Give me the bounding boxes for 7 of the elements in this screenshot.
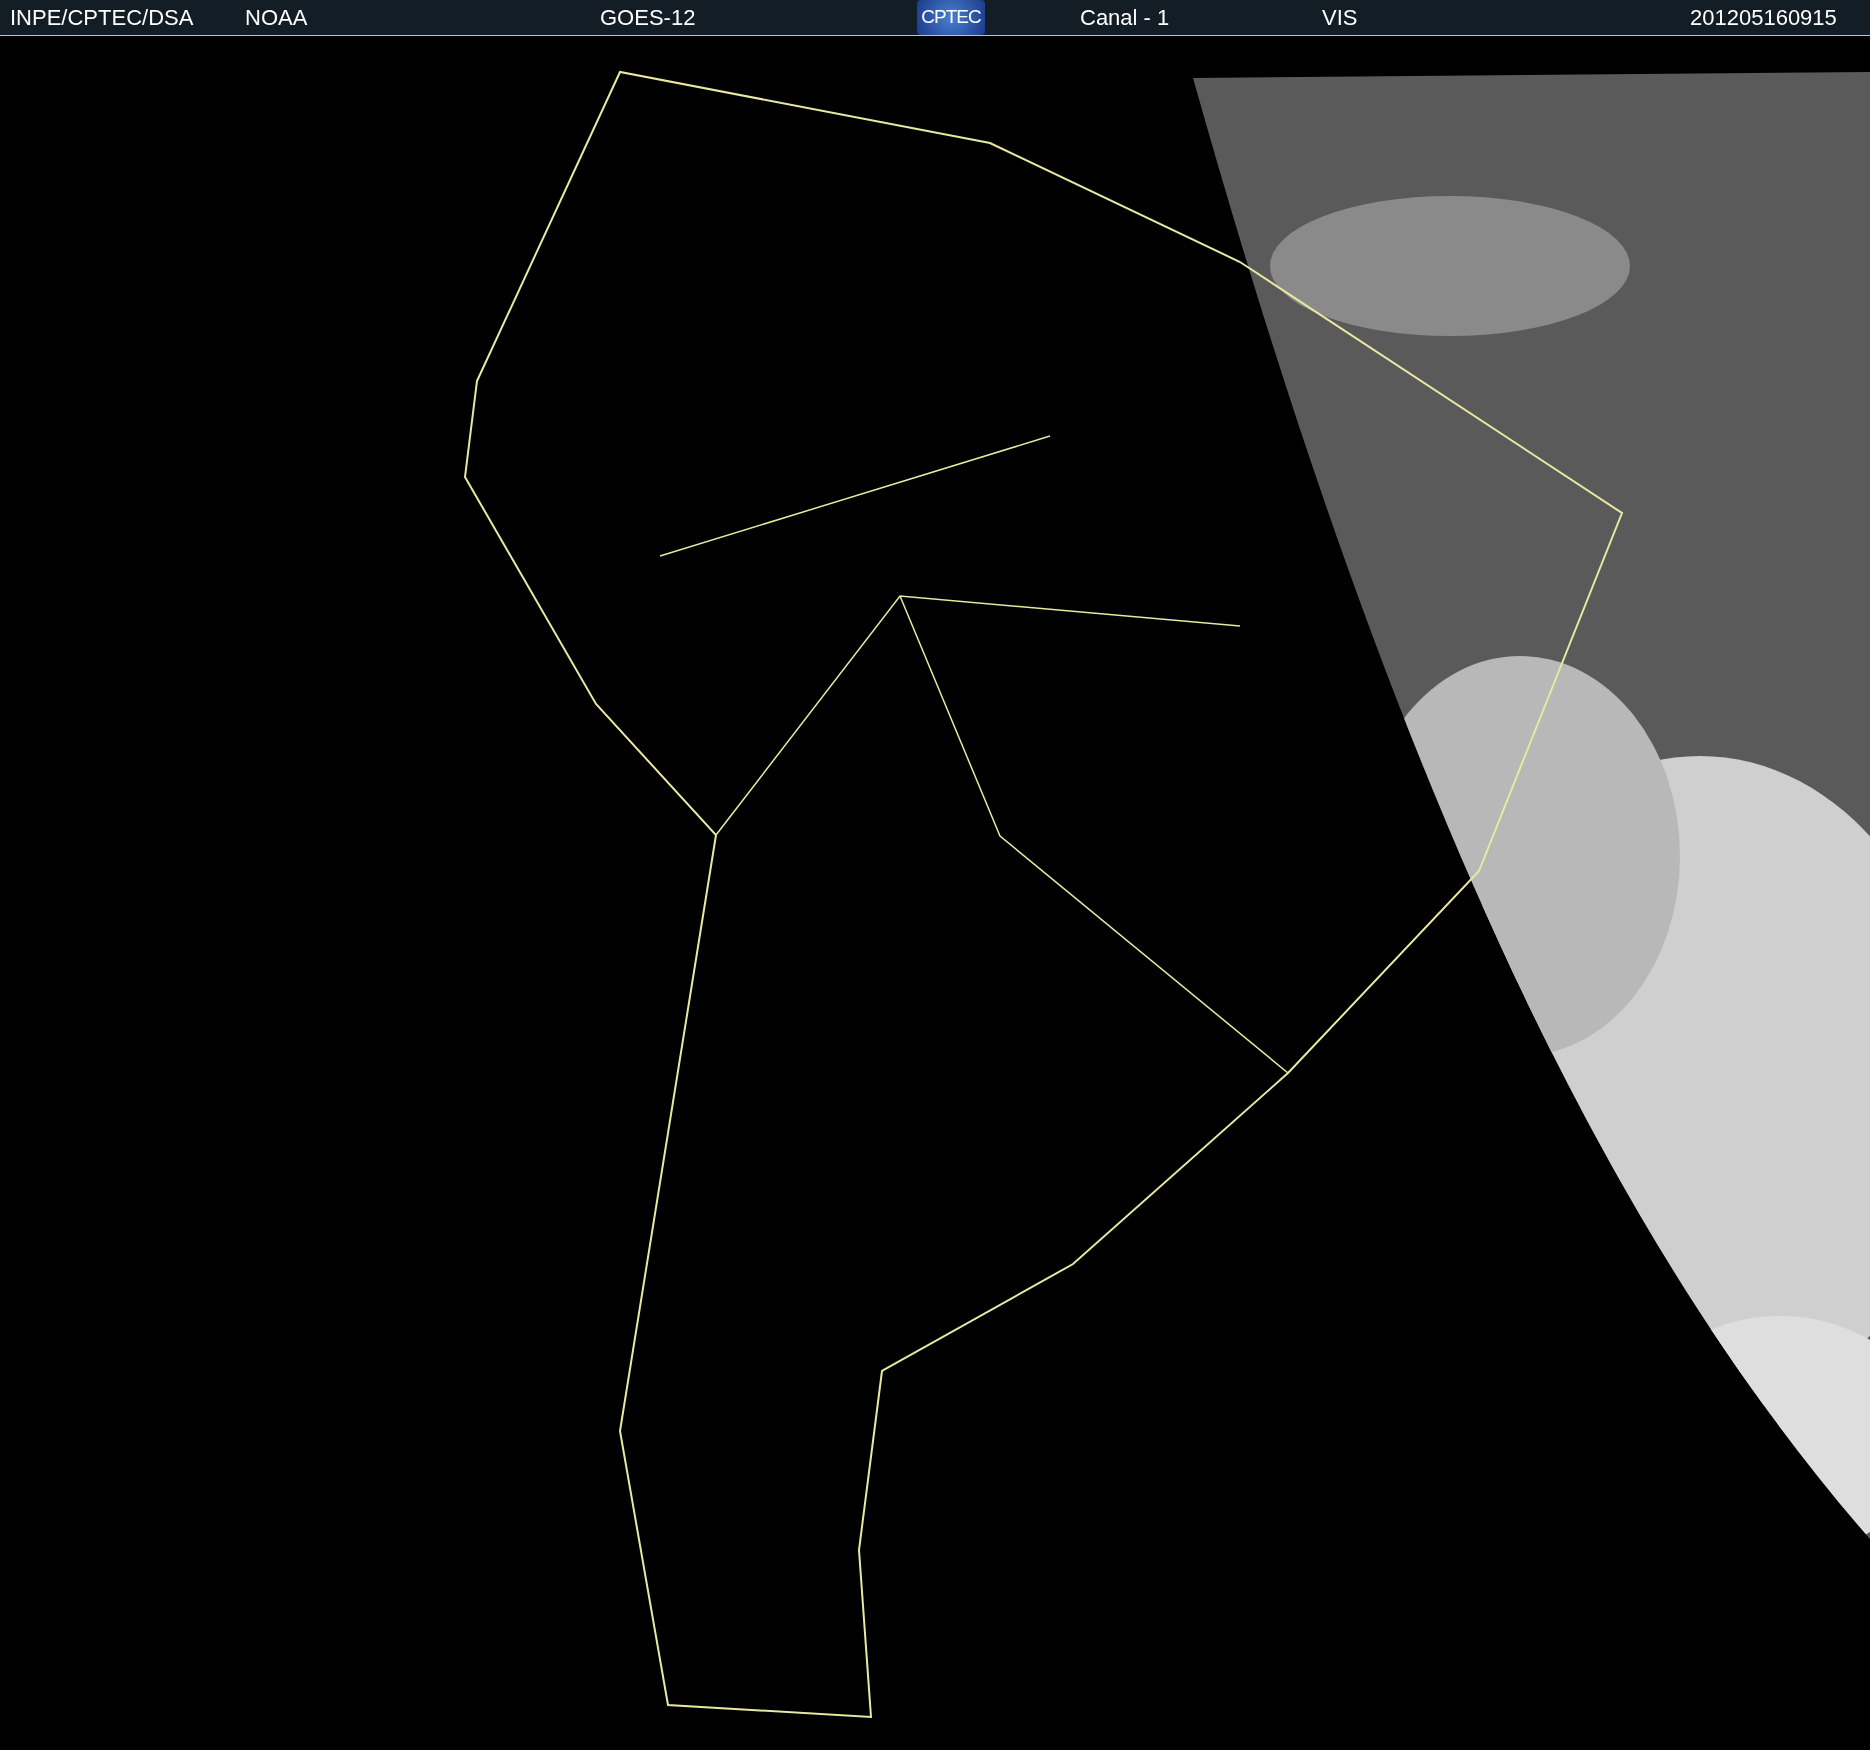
logo: CPTEC <box>917 0 985 35</box>
header-label: INPE/CPTEC/DSA <box>10 4 194 32</box>
header-label: VIS <box>1322 4 1358 32</box>
header-label: GOES-12 <box>600 4 696 32</box>
timestamp-label: 201205160915 <box>1690 4 1837 32</box>
header-label: Canal - 1 <box>1080 4 1170 32</box>
header-label: NOAA <box>245 4 308 32</box>
